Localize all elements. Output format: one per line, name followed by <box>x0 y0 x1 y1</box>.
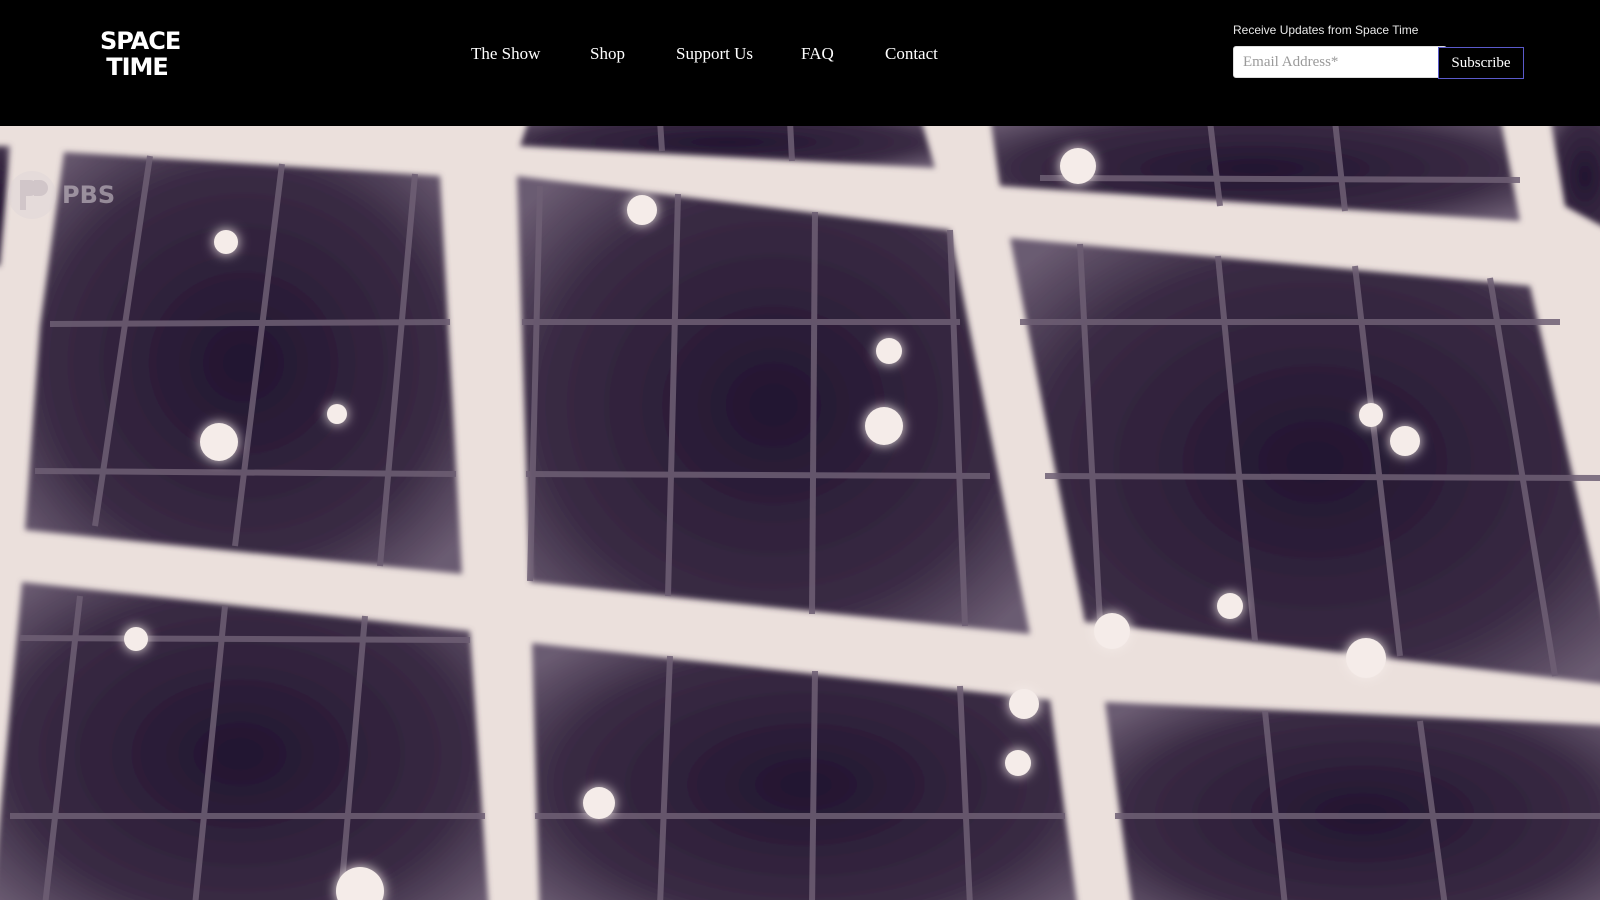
spacetime-grid-illustration <box>0 126 1600 900</box>
nav-link-support-us[interactable]: Support Us <box>676 44 753 64</box>
subscribe-button[interactable]: Subscribe <box>1438 47 1524 79</box>
pbs-watermark-text: PBS <box>62 181 116 209</box>
logo-line-2: TIME <box>106 53 169 81</box>
nav-link-the-show[interactable]: The Show <box>471 44 540 64</box>
nav-link-shop[interactable]: Shop <box>590 44 625 64</box>
newsletter-label: Receive Updates from Space Time <box>1233 23 1419 37</box>
logo-line-1: SPACE <box>100 27 181 55</box>
pbs-head-icon <box>8 171 56 219</box>
pbs-watermark: PBS <box>6 170 115 220</box>
nav-link-contact[interactable]: Contact <box>885 44 938 64</box>
hero-image: PBS <box>0 126 1600 900</box>
email-field[interactable] <box>1233 46 1447 78</box>
site-header: SPACE TIME The Show Shop Support Us FAQ … <box>0 0 1600 126</box>
nav-link-faq[interactable]: FAQ <box>801 44 834 64</box>
logo[interactable]: SPACE TIME <box>100 27 181 84</box>
